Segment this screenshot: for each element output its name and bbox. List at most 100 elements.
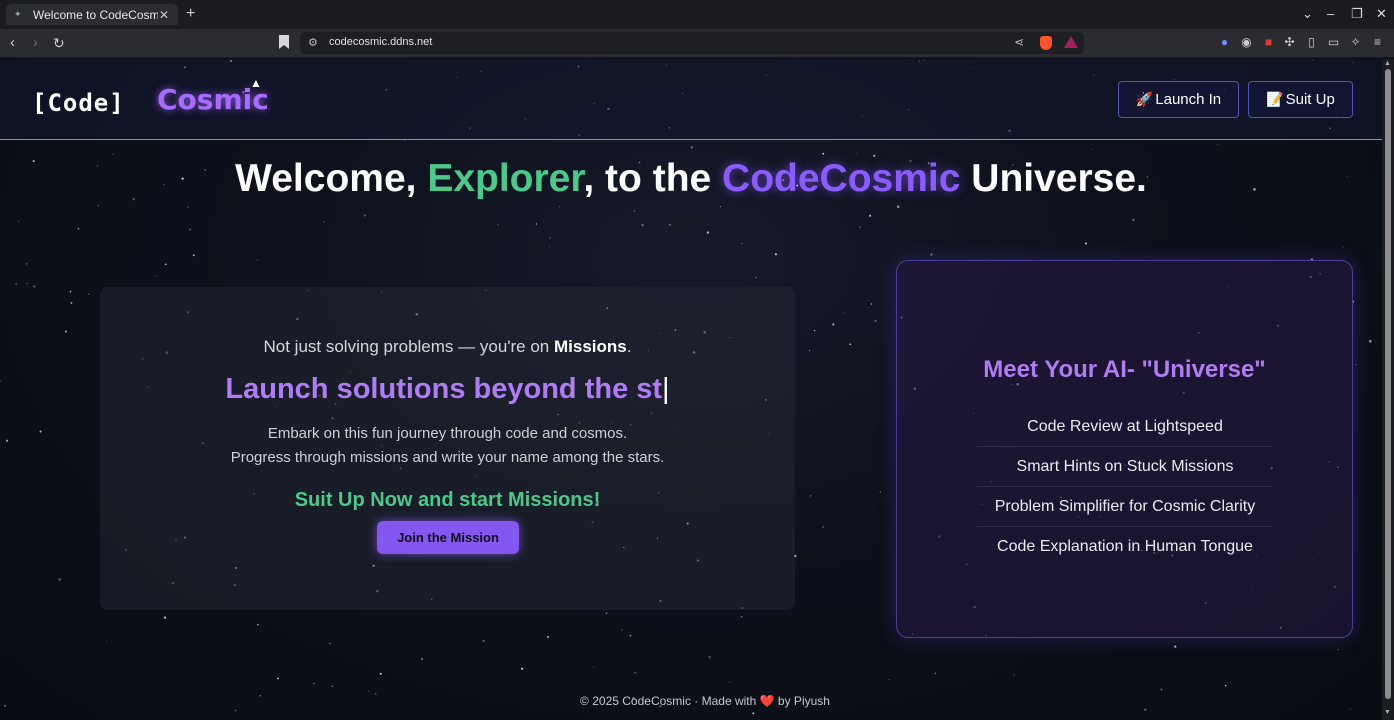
ai-universe-card: Meet Your AI- "Universe" Code Review at … [896, 260, 1353, 638]
star [313, 682, 315, 685]
star [1132, 218, 1135, 222]
star [822, 152, 825, 155]
extension-icon[interactable]: ■ [1262, 36, 1275, 49]
star [1369, 340, 1372, 343]
close-window-icon[interactable]: ✕ [1376, 5, 1387, 23]
share-icon[interactable]: ⋖ [1014, 35, 1024, 49]
star [813, 329, 816, 332]
ai-feature-item: Code Review at Lightspeed [977, 407, 1273, 447]
star [842, 312, 844, 314]
star [690, 146, 693, 149]
star [234, 709, 237, 712]
site-info-icon[interactable]: ⚙ [308, 36, 318, 49]
launch-in-button[interactable]: 🚀 Launch In [1118, 81, 1239, 118]
star [187, 206, 189, 208]
star [888, 679, 890, 681]
minimize-window-icon[interactable]: – [1327, 5, 1334, 23]
extension-icon[interactable]: ● [1218, 36, 1231, 49]
star [605, 612, 608, 615]
star [15, 282, 18, 285]
star [855, 152, 857, 154]
typing-caret: | [662, 373, 670, 405]
tab-list-chevron-icon[interactable]: ⌄ [1302, 5, 1313, 23]
star [1355, 363, 1357, 365]
scroll-down-icon[interactable]: ▼ [1384, 709, 1391, 716]
star [874, 319, 877, 323]
site-footer: © 2025 CodeCosmic · Made with ❤️ by Piyu… [0, 694, 1382, 708]
star [406, 718, 408, 720]
star [155, 275, 157, 277]
star [1013, 674, 1015, 676]
star [832, 323, 835, 326]
star [164, 263, 167, 266]
leo-ai-icon[interactable]: ✧ [1349, 36, 1362, 49]
hero-title-part: Welcome, [235, 157, 428, 200]
star [870, 303, 872, 305]
join-mission-button[interactable]: Join the Mission [377, 521, 519, 554]
page-scrollbar[interactable]: ▲ ▼ [1382, 59, 1394, 720]
star [549, 237, 552, 239]
footer-author: by Piyush [774, 694, 830, 708]
mission-intro-text: Not just solving problems — you're on [263, 337, 554, 356]
mission-intro: Not just solving problems — you're on Mi… [100, 337, 795, 357]
star [708, 655, 711, 659]
star [706, 231, 710, 234]
ai-feature-item: Code Explanation in Human Tongue [997, 538, 1253, 555]
new-tab-button[interactable]: + [186, 5, 195, 23]
star [112, 153, 114, 155]
site-favicon-icon: ✦ [14, 9, 22, 19]
star [70, 302, 73, 304]
page-viewport: [Code] Cosmic ▲ 🚀 Launch In 📝 Suit Up We… [0, 59, 1382, 720]
star [634, 671, 637, 674]
star [849, 343, 852, 346]
star [1343, 247, 1345, 249]
extensions-puzzle-icon[interactable]: ✣ [1283, 36, 1296, 49]
browser-tab-active[interactable]: ✦ Welcome to CodeCosmic ✕ [6, 4, 178, 25]
star [192, 254, 195, 257]
star [97, 205, 99, 207]
star [69, 290, 72, 293]
reload-icon[interactable]: ↻ [53, 34, 65, 52]
star [859, 226, 861, 228]
suit-up-label: Suit Up [1285, 91, 1335, 108]
address-bar[interactable]: ⚙ codecosmic.ddns.net ⋖ [300, 32, 1084, 54]
brave-shields-icon[interactable] [1040, 36, 1052, 50]
hero-title-part: Universe. [960, 157, 1147, 200]
bookmark-icon[interactable] [279, 35, 289, 49]
forward-arrow-icon[interactable]: › [33, 34, 38, 52]
star [257, 259, 258, 261]
sidebar-toggle-icon[interactable]: ▯ [1305, 36, 1318, 49]
footer-text: © 2025 CodeCosmic · Made with [580, 694, 760, 708]
star [421, 658, 424, 660]
back-arrow-icon[interactable]: ‹ [10, 34, 15, 52]
wallet-icon[interactable]: ▭ [1327, 36, 1340, 49]
site-header: [Code] Cosmic ▲ 🚀 Launch In 📝 Suit Up [0, 59, 1382, 140]
ai-card-title: Meet Your AI- "Universe" [983, 356, 1266, 383]
star [621, 629, 623, 631]
extension-icon[interactable]: ◉ [1240, 36, 1253, 49]
scrollbar-thumb[interactable] [1385, 69, 1391, 699]
logo-rocket-icon: ▲ [250, 76, 262, 90]
menu-icon[interactable]: ≡ [1371, 36, 1384, 49]
star [33, 285, 36, 288]
logo-code-text[interactable]: [Code] [32, 89, 125, 117]
tab-close-icon[interactable]: ✕ [158, 8, 170, 22]
star [163, 616, 167, 619]
star [58, 578, 61, 581]
star [934, 672, 937, 674]
star [558, 205, 561, 208]
suit-up-button[interactable]: 📝 Suit Up [1248, 81, 1353, 118]
star [896, 205, 900, 208]
star [64, 330, 67, 333]
brave-rewards-icon[interactable] [1064, 36, 1078, 48]
mission-card: Not just solving problems — you're on Mi… [100, 287, 795, 610]
scroll-up-icon[interactable]: ▲ [1384, 60, 1391, 67]
restore-window-icon[interactable]: ❐ [1351, 5, 1363, 23]
star [549, 246, 550, 248]
star [752, 712, 755, 715]
star [1349, 708, 1351, 710]
star [521, 667, 524, 670]
mission-intro-bold: Missions [554, 337, 627, 356]
heart-icon: ❤️ [759, 694, 775, 708]
star [0, 380, 2, 382]
